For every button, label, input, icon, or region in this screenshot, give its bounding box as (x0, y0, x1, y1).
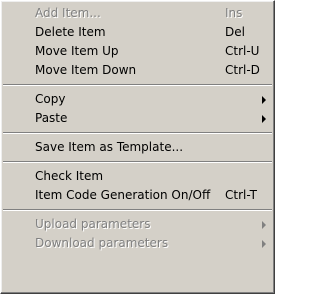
menu-separator (1, 80, 274, 90)
menu-item-shortcut: Ctrl-D (225, 63, 260, 77)
menu-item-label: Delete Item (35, 25, 106, 39)
menu-item-label: Save Item as Template... (35, 140, 184, 154)
submenu-arrow-icon (262, 221, 266, 229)
menu-item-save-item-as-template[interactable]: Save Item as Template... (1, 138, 274, 157)
menu-item-delete-item[interactable]: Delete Item Del (1, 23, 274, 42)
menu-separator (1, 205, 274, 215)
menu-item-label: Move Item Up (35, 44, 119, 58)
menu-item-shortcut: Ctrl-U (225, 44, 260, 58)
menu-item-shortcut: Ins (225, 6, 243, 20)
menu-item-code-generation-toggle[interactable]: Item Code Generation On/Off Ctrl-T (1, 186, 274, 205)
menu-separator (1, 157, 274, 167)
menu-item-label: Upload parameters (35, 217, 151, 231)
menu-item-label: Paste (35, 111, 68, 125)
menu-item-copy[interactable]: Copy (1, 90, 274, 109)
menu-item-download-parameters: Download parameters (1, 234, 274, 253)
menu-item-move-item-down[interactable]: Move Item Down Ctrl-D (1, 61, 274, 80)
menu-item-label: Download parameters (35, 236, 169, 250)
menu-item-paste[interactable]: Paste (1, 109, 274, 128)
submenu-arrow-icon (262, 96, 266, 104)
submenu-arrow-icon (262, 115, 266, 123)
menu-item-add-item: Add Item... Ins (1, 4, 274, 23)
menu-separator (1, 128, 274, 138)
menu-item-label: Copy (35, 92, 66, 106)
submenu-arrow-icon (262, 240, 266, 248)
menu-item-shortcut: Ctrl-T (225, 188, 257, 202)
menu-item-label: Item Code Generation On/Off (35, 188, 211, 202)
menu-item-check-item[interactable]: Check Item (1, 167, 274, 186)
context-menu: Add Item... Ins Delete Item Del Move Ite… (0, 0, 275, 294)
menu-item-label: Check Item (35, 169, 104, 183)
menu-item-label: Move Item Down (35, 63, 137, 77)
menu-item-move-item-up[interactable]: Move Item Up Ctrl-U (1, 42, 274, 61)
menu-item-shortcut: Del (225, 25, 245, 39)
menu-item-label: Add Item... (35, 6, 101, 20)
menu-item-upload-parameters: Upload parameters (1, 215, 274, 234)
